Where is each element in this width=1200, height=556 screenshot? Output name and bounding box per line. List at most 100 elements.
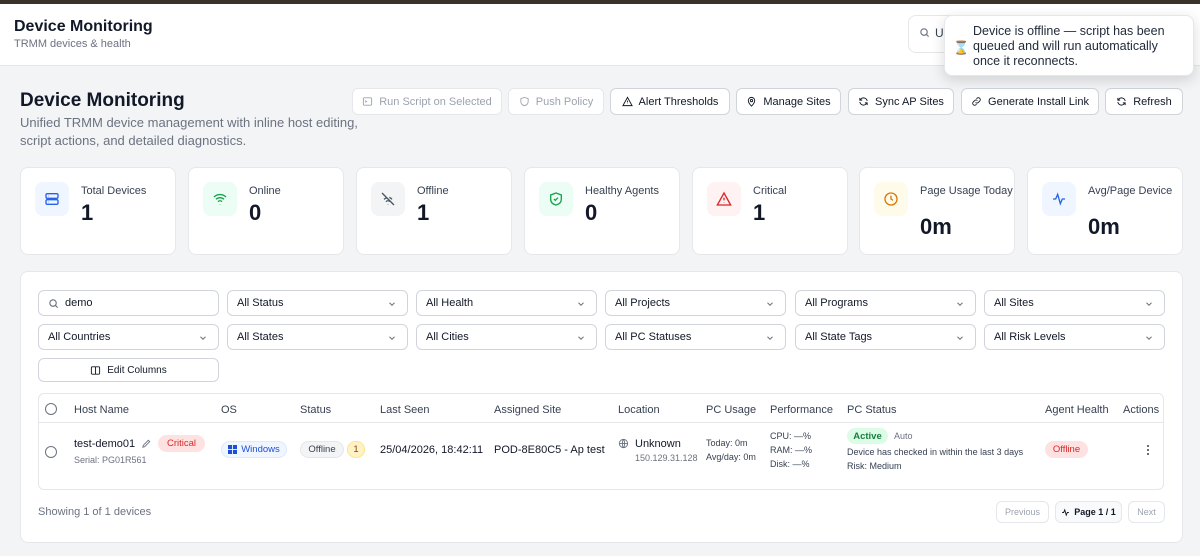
row-checkbox[interactable] xyxy=(45,446,57,458)
cpu-usage: CPU: —% xyxy=(770,431,812,441)
stat-label: Healthy Agents xyxy=(585,185,659,197)
next-page-button[interactable]: Next xyxy=(1128,501,1165,523)
assigned-site[interactable]: POD-8E80C5 - Ap test xyxy=(494,444,605,456)
search-icon xyxy=(920,28,930,38)
chevron-down-icon xyxy=(767,302,773,306)
chevron-down-icon xyxy=(957,336,963,340)
pencil-icon[interactable] xyxy=(141,438,152,449)
risk-levels-filter-select[interactable]: All Risk Levels xyxy=(984,324,1165,350)
usage-today: Today: 0m xyxy=(706,438,748,448)
programs-filter-select[interactable]: All Programs xyxy=(795,290,976,316)
status-filter-select[interactable]: All Status xyxy=(227,290,408,316)
column-header-host[interactable]: Host Name xyxy=(74,404,129,416)
host-name[interactable]: test-demo01 xyxy=(74,438,135,450)
usage-avg: Avg/day: 0m xyxy=(706,452,756,462)
manage-sites-button[interactable]: Manage Sites xyxy=(736,88,841,115)
refresh-icon xyxy=(859,97,868,106)
pc-status-badge: Active xyxy=(847,428,888,444)
devices-table: Host Name OS Status Last Seen Assigned S… xyxy=(38,393,1164,490)
table-row[interactable]: test-demo01 Critical Serial: PG01R561 Wi… xyxy=(39,423,1163,489)
chevron-down-icon xyxy=(767,336,773,340)
link-icon xyxy=(972,97,981,106)
select-all-checkbox[interactable] xyxy=(45,403,57,415)
chevron-down-icon xyxy=(578,302,584,306)
app-title: Device Monitoring xyxy=(14,18,153,35)
dot-icon xyxy=(1147,453,1149,455)
chevron-down-icon xyxy=(389,302,395,306)
columns-icon xyxy=(91,365,101,375)
column-header-last-seen[interactable]: Last Seen xyxy=(380,404,430,416)
stat-card-offline: Offline 1 xyxy=(356,167,512,255)
last-seen: 25/04/2026, 18:42:11 xyxy=(380,444,484,456)
stat-icon-box xyxy=(874,182,908,216)
alert-thresholds-button[interactable]: Alert Thresholds xyxy=(610,88,730,115)
queued-count-badge: 1 xyxy=(347,441,365,458)
state-tags-filter-select[interactable]: All State Tags xyxy=(795,324,976,350)
alert-triangle-icon xyxy=(621,96,633,107)
chevron-down-icon xyxy=(1146,336,1152,340)
current-page-indicator: Page 1 / 1 xyxy=(1055,501,1122,523)
stat-label: Total Devices xyxy=(81,185,147,197)
pc-status-mode: Auto xyxy=(894,431,913,441)
activity-icon xyxy=(1053,192,1065,206)
stat-icon-box xyxy=(707,182,741,216)
clock-icon xyxy=(884,192,898,206)
location: Unknown xyxy=(635,438,681,450)
dot-icon xyxy=(1147,449,1149,451)
stat-value: 0 xyxy=(249,200,262,225)
column-header-os[interactable]: OS xyxy=(221,404,237,416)
column-header-location[interactable]: Location xyxy=(618,404,660,416)
chevron-down-icon xyxy=(578,336,584,340)
column-header-pc-status[interactable]: PC Status xyxy=(847,404,897,416)
stat-card-page-usage-today: Page Usage Today 0m xyxy=(859,167,1015,255)
device-search-input[interactable]: demo xyxy=(38,290,219,316)
stat-value: 1 xyxy=(81,200,94,225)
column-header-status[interactable]: Status xyxy=(300,404,331,416)
pc-statuses-filter-select[interactable]: All PC Statuses xyxy=(605,324,786,350)
activity-icon xyxy=(1062,507,1070,517)
app-subtitle: TRMM devices & health xyxy=(14,38,131,50)
run-script-button[interactable]: Run Script on Selected xyxy=(352,88,502,115)
stat-value: 0m xyxy=(920,214,952,239)
edit-columns-button[interactable]: Edit Columns xyxy=(38,358,219,382)
health-filter-select[interactable]: All Health xyxy=(416,290,597,316)
disk-usage: Disk: —% xyxy=(770,459,810,469)
stat-label: Online xyxy=(249,185,281,197)
toast-message: Device is offline — script has been queu… xyxy=(973,24,1165,68)
sync-ap-sites-button[interactable]: Sync AP Sites xyxy=(848,88,954,115)
chevron-down-icon xyxy=(200,336,206,340)
ram-usage: RAM: —% xyxy=(770,445,813,455)
page-title: Device Monitoring xyxy=(20,90,185,111)
stat-label: Page Usage Today xyxy=(920,185,1013,197)
row-actions-menu-button[interactable] xyxy=(1139,442,1157,458)
push-policy-button[interactable]: Push Policy xyxy=(508,88,604,115)
countries-filter-select[interactable]: All Countries xyxy=(38,324,219,350)
refresh-icon xyxy=(1117,97,1126,106)
cities-filter-select[interactable]: All Cities xyxy=(416,324,597,350)
chevron-down-icon xyxy=(957,302,963,306)
column-header-pc-usage[interactable]: PC Usage xyxy=(706,404,756,416)
generate-install-link-button[interactable]: Generate Install Link xyxy=(961,88,1099,115)
stat-card-critical: Critical 1 xyxy=(692,167,848,255)
stat-icon-box xyxy=(371,182,405,216)
map-pin-icon xyxy=(748,96,756,107)
previous-page-button[interactable]: Previous xyxy=(996,501,1049,523)
sites-filter-select[interactable]: All Sites xyxy=(984,290,1165,316)
stat-value: 0 xyxy=(585,200,598,225)
refresh-button[interactable]: Refresh xyxy=(1105,88,1183,115)
risk-level: Risk: Medium xyxy=(847,461,902,471)
stat-value: 1 xyxy=(417,200,430,225)
hourglass-icon: ⌛ xyxy=(953,40,970,55)
projects-filter-select[interactable]: All Projects xyxy=(605,290,786,316)
toast-notification: ⌛ Device is offline — script has been qu… xyxy=(944,15,1194,76)
chevron-down-icon xyxy=(1146,302,1152,306)
chevron-down-icon xyxy=(389,336,395,340)
column-header-performance[interactable]: Performance xyxy=(770,404,833,416)
column-header-assigned-site[interactable]: Assigned Site xyxy=(494,404,561,416)
terminal-icon xyxy=(363,97,373,106)
column-header-agent-health[interactable]: Agent Health xyxy=(1045,404,1109,416)
stat-label: Critical xyxy=(753,185,787,197)
states-filter-select[interactable]: All States xyxy=(227,324,408,350)
stat-value: 1 xyxy=(753,200,766,225)
server-icon xyxy=(45,193,59,205)
